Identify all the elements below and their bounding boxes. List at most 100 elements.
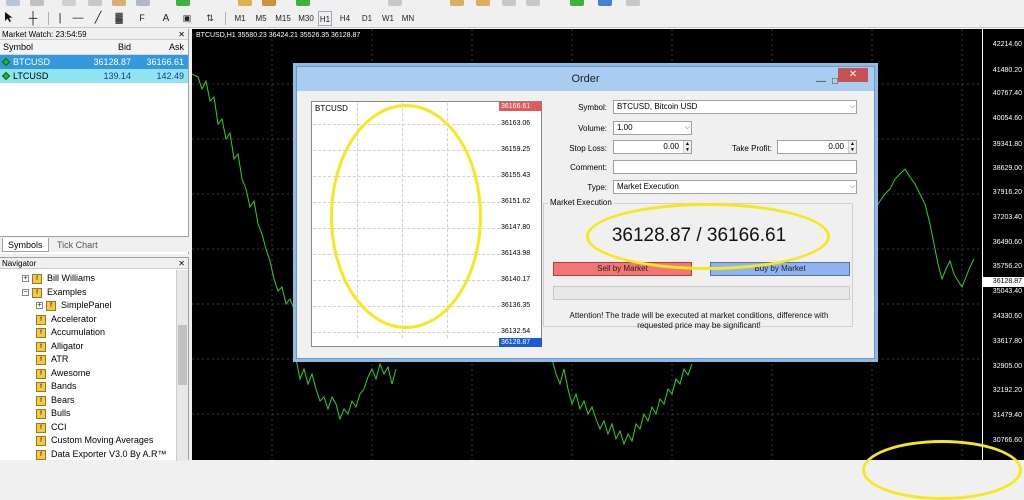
navigator-scrollbar[interactable] — [176, 270, 188, 461]
nav-item[interactable]: f Bulls — [36, 407, 71, 420]
expand-icon[interactable]: + — [22, 275, 29, 283]
price-tick: 31479.40 — [992, 412, 1022, 419]
price-tick: 32192.20 — [992, 387, 1022, 394]
current-price-label: 36128.87 — [983, 277, 1024, 287]
nav-item[interactable]: f Bears — [36, 394, 75, 407]
nav-item[interactable]: f Custom Moving Averages — [36, 434, 153, 447]
comment-input[interactable] — [613, 160, 857, 174]
text-icon[interactable]: A — [160, 11, 172, 26]
toolbar-icon[interactable] — [388, 0, 402, 6]
minimize-icon[interactable]: — — [816, 70, 826, 94]
tab-tick-chart[interactable]: Tick Chart — [52, 238, 103, 252]
expand-icon[interactable]: + — [36, 302, 43, 310]
price-tick: 40054.60 — [992, 115, 1022, 122]
tf-m5[interactable]: M5 — [253, 11, 269, 26]
grid-line — [313, 332, 500, 333]
toolbar-icon[interactable] — [88, 0, 102, 6]
cursor-icon[interactable] — [3, 11, 15, 26]
order-dialog-title-bar[interactable]: Order — □ ✕ — [297, 67, 874, 91]
mini-chart-bid-label: 36128.87 — [499, 338, 542, 347]
tf-mn[interactable]: MN — [400, 11, 416, 26]
tf-m30[interactable]: M30 — [296, 11, 316, 26]
market-watch-row[interactable]: BTCUSD 36128.87 36166.61 — [0, 55, 188, 69]
bid-cell: 36128.87 — [93, 57, 131, 67]
price-tick: 40767.40 — [992, 90, 1022, 97]
market-watch-tabs: Symbols Tick Chart — [0, 236, 189, 252]
symbol-label: Symbol: — [578, 103, 607, 112]
nav-item[interactable]: f Accumulation — [36, 326, 105, 339]
order-type-select[interactable]: Market Execution ⌵ — [613, 180, 857, 194]
nav-item[interactable]: f Accelerator — [36, 313, 97, 326]
channel-icon[interactable]: ▓ — [112, 11, 126, 26]
toolbar-icon[interactable] — [238, 0, 252, 6]
close-icon[interactable]: ✕ — [178, 29, 185, 40]
column-header-symbol[interactable]: Symbol — [0, 40, 70, 54]
tf-w1[interactable]: W1 — [380, 11, 396, 26]
highlight-ellipse — [330, 104, 482, 329]
nav-item[interactable]: f ATR — [36, 353, 68, 366]
tf-m15[interactable]: M15 — [273, 11, 293, 26]
stepper-icon[interactable]: ▲ ▼ — [848, 141, 856, 153]
new-order-icon[interactable] — [176, 0, 190, 6]
toolbar-icon[interactable] — [30, 0, 44, 6]
execution-progress-bar — [553, 286, 850, 300]
toolbar-icon[interactable] — [62, 0, 76, 6]
price-axis[interactable]: 42214.60 41480.20 40767.40 40054.60 3934… — [982, 29, 1024, 460]
stop-loss-input[interactable]: 0.00 ▲ ▼ — [613, 140, 692, 154]
toolbar-icon[interactable] — [526, 0, 540, 6]
horizontal-line-icon[interactable]: — — [72, 11, 84, 26]
toolbar-icon[interactable] — [626, 0, 640, 6]
tf-m1[interactable]: M1 — [232, 11, 248, 26]
trendline-icon[interactable]: ╱ — [92, 11, 104, 26]
market-watch-row[interactable]: LTCUSD 139.14 142.49 — [0, 69, 188, 83]
scrollbar-thumb[interactable] — [178, 325, 187, 385]
nav-item[interactable]: + f Bill Williams — [22, 272, 95, 285]
autotrading-icon[interactable] — [296, 0, 310, 6]
toolbar-icon[interactable] — [262, 0, 276, 6]
price-tick: 41480.20 — [992, 67, 1022, 74]
tf-h1[interactable]: H1 — [318, 11, 332, 26]
tf-h4[interactable]: H4 — [338, 11, 352, 26]
zoom-in-icon[interactable] — [450, 0, 464, 6]
nav-item[interactable]: f Alligator — [36, 340, 84, 353]
market-execution-title: Market Execution — [548, 198, 614, 207]
toolbar-icon[interactable] — [6, 0, 20, 6]
arrows-icon[interactable]: ⇅ — [204, 11, 216, 26]
symbol-select[interactable]: BTCUSD, Bitcoin USD ⌵ — [613, 100, 857, 114]
column-header-ask[interactable]: Ask — [134, 40, 188, 54]
tab-symbols[interactable]: Symbols — [2, 238, 49, 252]
indicator-icon: f — [36, 422, 46, 433]
label-icon[interactable]: ▣ — [180, 11, 194, 26]
crosshair-icon[interactable]: ┼ — [26, 11, 40, 26]
add-icon[interactable] — [570, 0, 584, 6]
market-watch-title-bar: Market Watch: 23:54:59 ✕ — [0, 29, 188, 40]
toolbar-icon[interactable] — [112, 0, 126, 6]
vertical-line-icon[interactable]: | — [54, 11, 66, 26]
nav-item[interactable]: f CCI — [36, 421, 67, 434]
refresh-icon[interactable] — [598, 0, 612, 6]
nav-item[interactable]: f Bands — [36, 380, 77, 393]
toolbar-icon[interactable] — [136, 0, 150, 6]
tf-d1[interactable]: D1 — [360, 11, 374, 26]
mini-chart-tick: 36155.43 — [501, 172, 531, 179]
fibonacci-icon[interactable]: F — [136, 11, 148, 26]
close-icon[interactable]: ✕ — [838, 68, 868, 82]
nav-item[interactable]: f Data Exporter V3.0 By A.R™ — [36, 448, 167, 461]
nav-item[interactable]: f Awesome — [36, 367, 90, 380]
mini-chart-tick: 36159.25 — [501, 146, 531, 153]
market-watch-header: Symbol Bid Ask — [0, 40, 188, 55]
nav-item[interactable]: − f Examples — [22, 286, 87, 299]
price-tick: 30766.60 — [992, 437, 1022, 444]
nav-item[interactable]: + f SimplePanel — [36, 299, 112, 312]
column-header-bid[interactable]: Bid — [70, 40, 134, 54]
bid-cell: 139.14 — [103, 71, 131, 81]
mini-chart-tick: 36136.35 — [501, 302, 531, 309]
take-profit-input[interactable]: 0.00 ▲ ▼ — [777, 140, 857, 154]
volume-select[interactable]: 1.00 ⌵ — [613, 121, 692, 135]
close-icon[interactable]: ✕ — [178, 258, 185, 269]
stepper-icon[interactable]: ▲ ▼ — [683, 141, 691, 153]
toolbar-icon[interactable] — [502, 0, 516, 6]
symbol-cell: LTCUSD — [0, 69, 70, 83]
collapse-icon[interactable]: − — [22, 289, 29, 297]
zoom-out-icon[interactable] — [476, 0, 490, 6]
